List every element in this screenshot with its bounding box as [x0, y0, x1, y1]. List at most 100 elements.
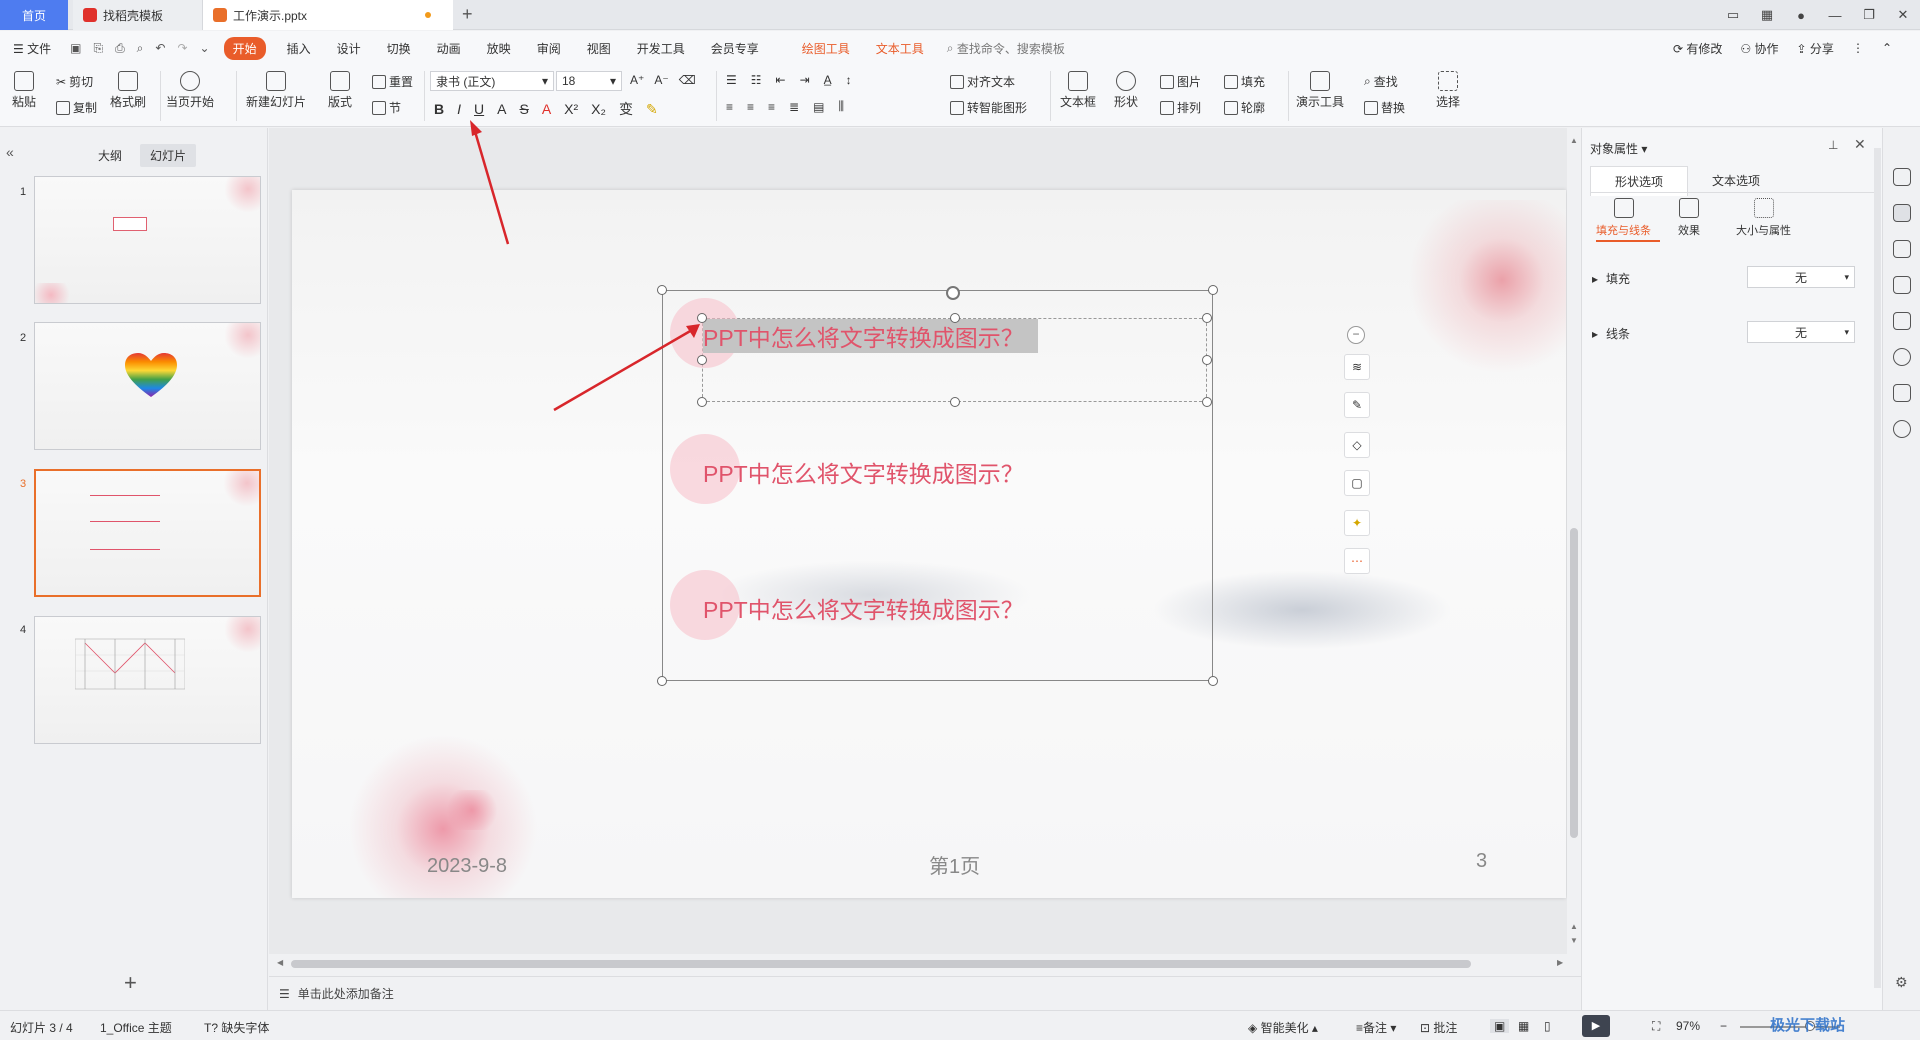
notes-area[interactable]: ☰ 单击此处添加备注 — [269, 976, 1581, 1010]
normal-view-icon[interactable]: ▣ — [1490, 1019, 1510, 1033]
italic-icon[interactable]: I — [457, 101, 461, 117]
resize-handle[interactable] — [950, 397, 960, 407]
menu-file[interactable]: ☰ 文件 — [13, 40, 51, 57]
menu-animation[interactable]: 动画 — [437, 40, 461, 57]
resize-handle[interactable] — [657, 285, 667, 295]
slide-thumbnail-2[interactable] — [34, 322, 261, 450]
fill-section-toggle[interactable]: ▸ 填充 — [1592, 270, 1630, 287]
font-color-icon[interactable]: A — [542, 101, 551, 117]
menu-text-tools[interactable]: 文本工具 — [876, 40, 924, 57]
resize-handle[interactable] — [1208, 285, 1218, 295]
subtab-size[interactable]: 大小与属性 — [1736, 198, 1791, 238]
properties-icon[interactable] — [1893, 204, 1911, 222]
menu-design[interactable]: 设计 — [337, 40, 361, 57]
strikethrough-icon[interactable]: S — [519, 101, 528, 117]
pane-scrollbar[interactable] — [1874, 148, 1881, 988]
tab-document[interactable]: 工作演示.pptx — [203, 0, 453, 30]
collapse-toolbar-icon[interactable]: − — [1347, 326, 1365, 344]
menu-slideshow[interactable]: 放映 — [487, 40, 511, 57]
theme-name[interactable]: 1_Office 主题 — [100, 1019, 172, 1036]
new-tab-button[interactable]: + — [462, 4, 473, 25]
align-text-button[interactable]: 对齐文本 — [950, 73, 1015, 90]
globe-icon[interactable] — [1893, 348, 1911, 366]
slide-item-3[interactable]: PPT中怎么将文字转换成图示？ — [703, 591, 1024, 625]
pen-icon[interactable]: ✎ — [1344, 392, 1370, 418]
layout-icon[interactable]: ▭ — [1716, 7, 1750, 23]
collapse-panel-icon[interactable]: « — [6, 144, 14, 160]
more-icon[interactable]: ⋮ — [1852, 41, 1864, 55]
align-center-icon[interactable]: ≡ — [747, 100, 754, 114]
resize-handle[interactable] — [657, 676, 667, 686]
slide-sorter-icon[interactable]: ▦ — [1518, 1019, 1529, 1033]
zoom-out-icon[interactable]: − — [1720, 1019, 1727, 1033]
frame-icon[interactable]: ▢ — [1344, 470, 1370, 496]
scroll-left-icon[interactable]: ◀ — [277, 958, 283, 967]
highlight-icon[interactable]: ✎ — [646, 101, 658, 118]
page-up-icon[interactable]: ▲ — [1570, 922, 1578, 931]
rotate-handle-icon[interactable] — [946, 286, 960, 300]
tab-outline[interactable]: 大纲 — [88, 144, 132, 167]
pin-icon[interactable]: ⊥ — [1828, 138, 1838, 152]
find-button[interactable]: ⌕ 查找 — [1364, 73, 1398, 90]
grid-icon[interactable]: ▦ — [1750, 7, 1784, 23]
menu-transition[interactable]: 切换 — [387, 40, 411, 57]
bold-icon[interactable]: B — [434, 101, 444, 117]
align-left-icon[interactable]: ≡ — [726, 100, 733, 114]
picture-button[interactable]: 图片 — [1160, 73, 1201, 90]
restore-icon[interactable]: ❐ — [1852, 7, 1886, 23]
replace-button[interactable]: 替换 — [1364, 99, 1405, 116]
resize-handle[interactable] — [1208, 676, 1218, 686]
lightbulb-icon[interactable]: ✦ — [1344, 510, 1370, 536]
section-button[interactable]: 节 — [372, 99, 401, 116]
slide-item-1[interactable]: PPT中怎么将文字转换成图示？ — [703, 319, 1038, 353]
format-painter-button[interactable]: 格式刷 — [110, 71, 146, 110]
redo-icon[interactable]: ↷ — [177, 41, 187, 55]
collaborate-button[interactable]: ⚇ 协作 — [1740, 40, 1778, 57]
layers-icon[interactable]: ≋ — [1344, 354, 1370, 380]
numbered-list-icon[interactable]: ☷ — [751, 73, 762, 87]
font-size-select[interactable]: 18 ▾ — [556, 71, 622, 91]
save-icon[interactable]: ▣ — [70, 41, 81, 55]
line-spacing-icon[interactable]: ↕ — [846, 73, 852, 87]
select-button[interactable]: 选择 — [1436, 71, 1460, 110]
slide-thumbnail-3[interactable] — [34, 469, 261, 597]
missing-font-button[interactable]: T? 缺失字体 — [204, 1019, 269, 1036]
columns-icon[interactable]: ⫼ — [838, 99, 844, 114]
settings-icon[interactable]: ⚙ — [1895, 974, 1908, 991]
reset-button[interactable]: 重置 — [372, 73, 413, 90]
subscript-icon[interactable]: X₂ — [591, 101, 606, 117]
avatar[interactable]: ● — [1784, 8, 1818, 23]
fill-dropdown[interactable]: 无 ▾ — [1747, 266, 1855, 288]
page-down-icon[interactable]: ▼ — [1570, 936, 1578, 945]
more-chevron-icon[interactable]: ⌄ — [200, 41, 210, 55]
layout-button[interactable]: 版式 — [328, 71, 352, 110]
underline-icon[interactable]: U — [474, 101, 484, 117]
tab-slides[interactable]: 幻灯片 — [140, 144, 197, 167]
book-icon[interactable] — [1893, 384, 1911, 402]
collapse-ribbon-icon[interactable]: ⌃ — [1882, 41, 1892, 55]
menu-review[interactable]: 审阅 — [537, 40, 561, 57]
fill-bucket-icon[interactable]: ◇ — [1344, 432, 1370, 458]
line-section-toggle[interactable]: ▸ 线条 — [1592, 325, 1630, 342]
scroll-right-icon[interactable]: ▶ — [1557, 958, 1563, 967]
superscript-icon[interactable]: X² — [564, 101, 578, 117]
fill-button[interactable]: 填充 — [1224, 73, 1265, 90]
menu-start[interactable]: 开始 — [223, 36, 266, 60]
changes-button[interactable]: ⟳ 有修改 — [1673, 40, 1722, 57]
fit-window-icon[interactable]: ⛶ — [1652, 1019, 1660, 1034]
resize-handle[interactable] — [950, 313, 960, 323]
outline-button[interactable]: 轮廓 — [1224, 99, 1265, 116]
subtab-effect[interactable]: 效果 — [1678, 198, 1700, 238]
scroll-thumb[interactable] — [1570, 528, 1578, 838]
decrease-indent-icon[interactable]: ⇤ — [776, 73, 786, 87]
shape-button[interactable]: 形状 — [1114, 71, 1138, 110]
menu-drawing-tools[interactable]: 绘图工具 — [802, 40, 850, 57]
preview-icon[interactable]: ⌕ — [137, 41, 144, 56]
present-tools-button[interactable]: 演示工具 — [1296, 71, 1344, 110]
resize-handle[interactable] — [1202, 355, 1212, 365]
menu-view[interactable]: 视图 — [587, 40, 611, 57]
comment-toggle[interactable]: ⊡ 批注 — [1420, 1019, 1457, 1036]
image-tools-icon[interactable] — [1893, 312, 1911, 330]
beautify-button[interactable]: ◈ 智能美化 ▴ — [1248, 1019, 1318, 1036]
justify-icon[interactable]: ≣ — [789, 100, 799, 114]
